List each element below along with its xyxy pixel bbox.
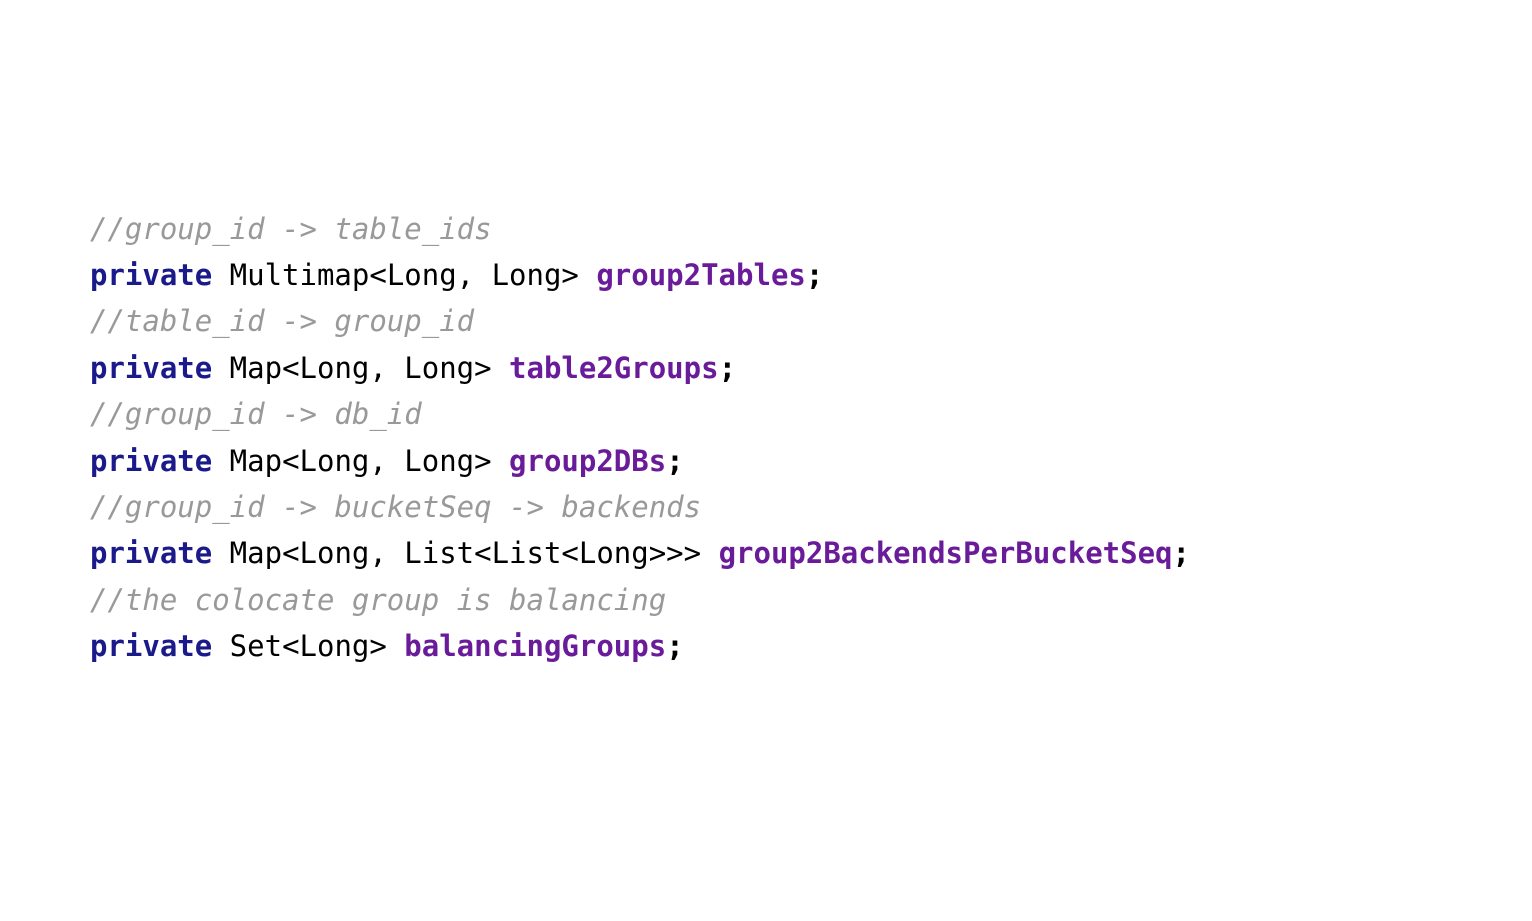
space [701,536,718,570]
field-name: group2Tables [596,258,806,292]
code-line: //table_id -> group_id [90,298,1532,344]
code-line: private Map<Long, List<List<Long>>> grou… [90,530,1532,576]
space [579,258,596,292]
generics: <Long> [282,629,387,663]
generics: <Long, List<List<Long>>> [282,536,701,570]
field-name: table2Groups [509,351,719,385]
code-line: //group_id -> db_id [90,391,1532,437]
type-name: Set [212,629,282,663]
generics: <Long, Long> [282,444,492,478]
code-block: //group_id -> table_idsprivate Multimap<… [90,206,1532,670]
code-line: private Multimap<Long, Long> group2Table… [90,252,1532,298]
code-line: private Set<Long> balancingGroups; [90,623,1532,669]
comment-text: //group_id -> db_id [90,397,422,431]
space [492,351,509,385]
generics: <Long, Long> [369,258,579,292]
field-name: group2DBs [509,444,666,478]
comment-text: //group_id -> bucketSeq -> backends [90,490,701,524]
keyword: private [90,536,212,570]
keyword: private [90,258,212,292]
comment-text: //group_id -> table_ids [90,212,492,246]
keyword: private [90,351,212,385]
code-line: //the colocate group is balancing [90,577,1532,623]
type-name: Map [212,351,282,385]
keyword: private [90,444,212,478]
semicolon: ; [806,258,823,292]
semicolon: ; [719,351,736,385]
comment-text: //table_id -> group_id [90,304,474,338]
code-line: //group_id -> bucketSeq -> backends [90,484,1532,530]
semicolon: ; [666,629,683,663]
field-name: group2BackendsPerBucketSeq [719,536,1173,570]
semicolon: ; [1173,536,1190,570]
code-line: //group_id -> table_ids [90,206,1532,252]
space [492,444,509,478]
generics: <Long, Long> [282,351,492,385]
type-name: Multimap [212,258,369,292]
space [387,629,404,663]
field-name: balancingGroups [404,629,666,663]
type-name: Map [212,444,282,478]
code-line: private Map<Long, Long> table2Groups; [90,345,1532,391]
comment-text: //the colocate group is balancing [90,583,666,617]
code-line: private Map<Long, Long> group2DBs; [90,438,1532,484]
keyword: private [90,629,212,663]
type-name: Map [212,536,282,570]
semicolon: ; [666,444,683,478]
